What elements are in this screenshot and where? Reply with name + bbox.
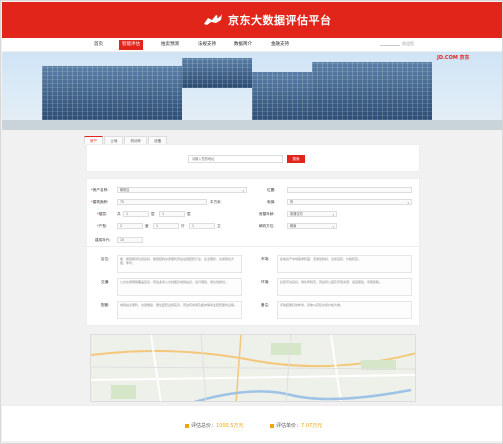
tab-equipment[interactable]: 设备 — [148, 136, 168, 144]
info-text[interactable]: 公共交通网络覆盖完善，周边多条公交线路及地铁站点，出行便捷，通达性较好。 — [117, 278, 242, 296]
elevator-select[interactable]: 有 ▾ — [287, 199, 412, 205]
decoration-label: 房屋年龄: — [259, 212, 275, 216]
location-label: 位置: — [267, 188, 276, 192]
halls-input[interactable]: 1 — [153, 223, 179, 229]
nav-finance[interactable]: 金融支持 — [268, 40, 292, 50]
total-floor-unit: 层 — [187, 212, 191, 216]
elevator-label: 电梯: — [267, 200, 276, 204]
year-label: 建成年代: — [95, 238, 111, 242]
building-bridge — [182, 58, 252, 88]
info-label: 备注: — [261, 303, 270, 307]
tab-property[interactable]: 房产 — [84, 136, 104, 144]
orientation-label: 朝向方位: — [259, 224, 275, 228]
building-left — [42, 66, 182, 124]
rooms-unit: 室 — [145, 224, 149, 228]
total-floor-input[interactable]: 1 — [159, 211, 185, 217]
tab-land[interactable]: 土地 — [104, 136, 124, 144]
valuation-form: *房产名称: 朝阳区 ▾ 位置: *建筑面积: 75 平方米 电梯: 有 ▾ *楼层… — [86, 178, 420, 250]
building-area-unit: 平方米 — [210, 200, 221, 204]
location-field[interactable] — [287, 187, 412, 193]
property-name-label: *房产名称: — [91, 188, 109, 192]
main-nav: 首页 智能评估 拍卖预测 法规支持 数据简介 金融支持 欢迎您 — [2, 38, 502, 52]
nav-auction-forecast[interactable]: 拍卖预测 — [158, 40, 182, 50]
price-bullet-icon — [270, 423, 274, 428]
nav-regulation[interactable]: 法规支持 — [195, 40, 219, 50]
asset-type-tabs: 房产 土地 机动车 设备 — [84, 136, 168, 144]
baths-input[interactable]: 1 — [189, 223, 215, 229]
banner-ground — [2, 120, 502, 130]
info-text[interactable]: 楼、楼层相邻位置良好、楼层结构交通便利周边设施配套齐全，生活便利，交通通达方便，… — [117, 255, 242, 273]
floor-input[interactable]: 1 — [123, 211, 149, 217]
year-input[interactable]: 10 — [117, 237, 143, 243]
orientation-select[interactable]: 朝南 ▾ — [287, 223, 337, 229]
price-bullet-icon — [185, 423, 189, 428]
hero-banner: JD.COM 京东 — [2, 52, 502, 130]
info-text[interactable]: 此类房产市场需求旺盛，流通性较好，交易活跃，价格稳定。 — [277, 255, 412, 273]
info-label: 交通: — [101, 280, 110, 284]
info-text[interactable]: 社区环境良好，绿化率较高，周边有公园及景观资源，适宜居住，邻里和睦。 — [277, 278, 412, 296]
baths-unit: 卫 — [217, 224, 221, 228]
property-name-select[interactable]: 朝阳区 ▾ — [117, 187, 247, 193]
nav-home[interactable]: 首页 — [91, 40, 106, 50]
nav-data-intro[interactable]: 数据简介 — [231, 40, 255, 50]
page: 京东大数据评估平台 首页 智能评估 拍卖预测 法规支持 数据简介 金融支持 欢迎… — [0, 0, 503, 444]
logo[interactable]: 京东大数据评估平台 — [202, 8, 332, 32]
map-canvas — [91, 335, 415, 401]
total-price: 评估总价： 1000.5万元 — [185, 422, 244, 429]
info-label: 区位: — [101, 257, 110, 261]
nav-smart-valuation[interactable]: 智能评估 — [119, 40, 143, 50]
chevron-down-icon: ▾ — [332, 225, 334, 229]
rooms-input[interactable]: 2 — [117, 223, 143, 229]
building-mid — [252, 72, 312, 124]
login-divider — [380, 45, 400, 46]
location-map[interactable] — [90, 334, 416, 402]
tab-vehicle[interactable]: 机动车 — [124, 136, 148, 144]
info-panel: 区位: 楼、楼层相邻位置良好、楼层结构交通便利周边设施配套齐全，生活便利，交通通… — [86, 246, 420, 326]
unit-price: 评估单价： 7.07万元 — [270, 422, 322, 429]
building-area-label: *建筑面积: — [91, 200, 109, 204]
floor-prefix: 共 — [117, 212, 121, 216]
jd-dog-logo-icon — [204, 14, 222, 25]
info-label: 配套: — [101, 303, 110, 307]
info-text[interactable]: 地铁站点便利、交通便捷、居住配套设施完善，周边有商场及超市等商业配套服务设施。 — [117, 301, 242, 319]
chevron-down-icon: ▾ — [332, 213, 334, 217]
chevron-down-icon: ▾ — [407, 201, 409, 205]
info-label: 环境: — [261, 280, 270, 284]
site-title: 京东大数据评估平台 — [228, 14, 332, 27]
floor-unit: 层 — [151, 212, 155, 216]
header-bar: 京东大数据评估平台 — [2, 2, 502, 38]
info-text[interactable]: 评估结果仅供参考，具体以实际交易价格为准。 — [277, 301, 412, 319]
floor-label: *楼层: — [97, 212, 108, 216]
layout-label: *户型: — [97, 224, 108, 228]
banner-brand: JD.COM 京东 — [437, 55, 470, 61]
login-link[interactable]: 欢迎您 — [402, 41, 414, 47]
chevron-down-icon: ▾ — [242, 189, 244, 193]
search-button[interactable]: 搜索 — [287, 155, 305, 163]
search-input[interactable] — [188, 155, 283, 163]
info-label: 市场: — [261, 257, 270, 261]
search-panel: 搜索 — [86, 144, 420, 172]
building-area-input[interactable]: 75 — [117, 199, 207, 205]
valuation-result: 评估总价： 1000.5万元 评估单价： 7.07万元 — [2, 405, 502, 441]
halls-unit: 厅 — [181, 224, 185, 228]
decoration-select[interactable]: 普通住宅 ▾ — [287, 211, 337, 217]
building-right — [312, 62, 432, 124]
